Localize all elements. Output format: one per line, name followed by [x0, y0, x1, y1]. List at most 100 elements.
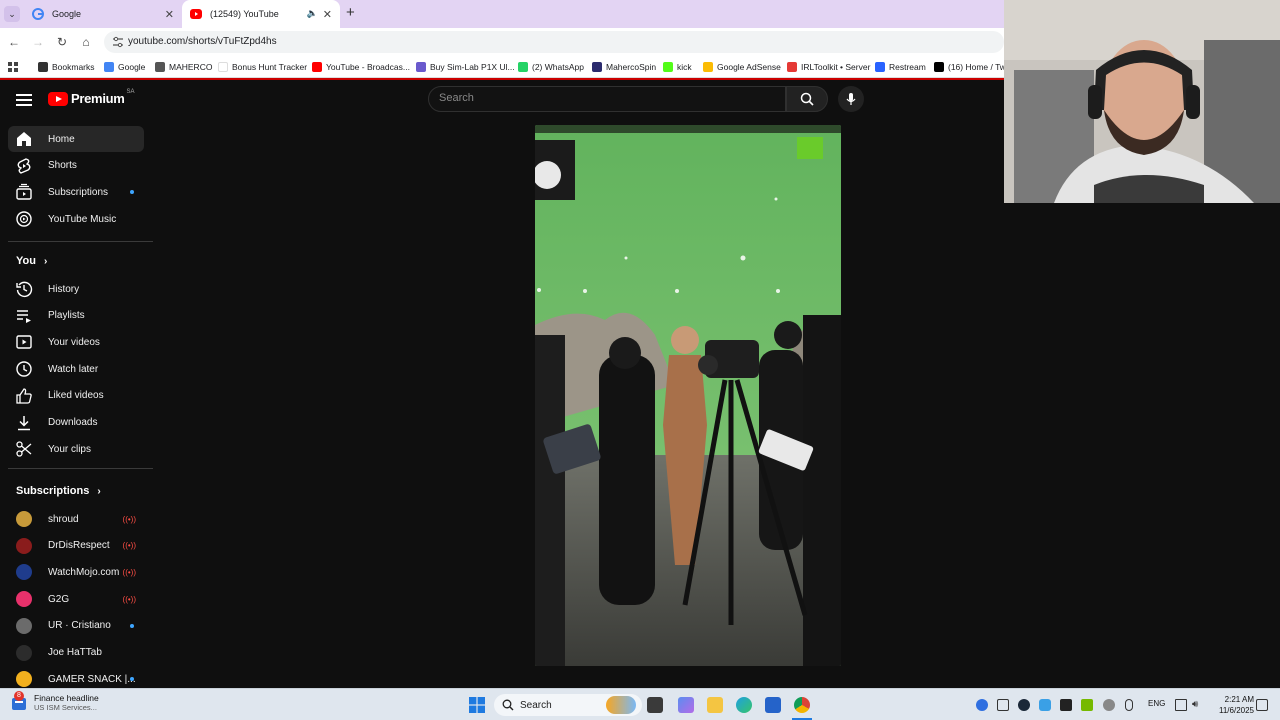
- bookmark-item[interactable]: Bonus Hunt Tracker: [218, 60, 307, 74]
- sidebar-item-home[interactable]: Home: [8, 126, 144, 152]
- nvidia-icon[interactable]: [1081, 699, 1093, 711]
- subscription-channel[interactable]: DrDisRespect ((•)): [8, 533, 144, 559]
- tray-app-icon-3[interactable]: [1060, 699, 1072, 711]
- tab-title: (12549) YouTube: [210, 9, 279, 19]
- bookmark-item[interactable]: YouTube - Broadcas...: [312, 60, 410, 74]
- audio-icon[interactable]: 🔈: [307, 8, 318, 19]
- subscription-channel[interactable]: Joe HaTTab: [8, 640, 144, 666]
- bookmark-item[interactable]: Buy Sim-Lab P1X Ul...: [416, 60, 515, 74]
- taskbar-search[interactable]: Search: [494, 694, 642, 716]
- home-button-icon[interactable]: ⌂: [78, 34, 94, 50]
- hamburger-menu-icon[interactable]: [16, 91, 32, 107]
- clipboard-icon[interactable]: [997, 699, 1009, 711]
- sidebar-item-downloads[interactable]: Downloads: [8, 410, 144, 436]
- copilot-icon[interactable]: [678, 697, 694, 713]
- network-icon[interactable]: [1175, 699, 1187, 711]
- forward-icon[interactable]: →: [30, 34, 46, 50]
- sidebar-item-playlists[interactable]: Playlists: [8, 303, 144, 329]
- subscription-channel[interactable]: GAMER SNACK |...: [8, 666, 144, 688]
- bookmark-item[interactable]: IRLToolkit • Server: [787, 60, 870, 74]
- google-icon: [32, 8, 44, 20]
- tray-app-icon-2[interactable]: [1039, 699, 1051, 711]
- search-button[interactable]: [786, 86, 828, 112]
- sidebar-item-your-videos[interactable]: Your videos: [8, 329, 144, 355]
- search-highlight-icon: [606, 696, 636, 714]
- new-content-dot: [130, 623, 134, 628]
- avatar: [16, 511, 32, 527]
- taskbar-search-label: Search: [520, 699, 552, 711]
- system-clock[interactable]: 2:21 AM 11/6/2025: [1212, 694, 1254, 716]
- bookmark-item[interactable]: Bookmarks: [38, 60, 95, 74]
- microsoft-store-icon[interactable]: [765, 697, 781, 713]
- sidebar-item-history[interactable]: History: [8, 276, 144, 302]
- bookmark-item[interactable]: MAHERCO: [155, 60, 212, 74]
- sidebar-item-label: Liked videos: [48, 390, 104, 402]
- bookmark-item[interactable]: kick: [663, 60, 692, 74]
- history-icon: [15, 280, 33, 298]
- file-explorer-icon[interactable]: [707, 697, 723, 713]
- back-icon[interactable]: ←: [6, 34, 22, 50]
- live-indicator-icon: ((•)): [122, 594, 136, 604]
- tab-google[interactable]: Google ✕: [24, 0, 182, 28]
- tab-search-button[interactable]: ⌄: [4, 6, 20, 22]
- bookmark-label: MAHERCO: [169, 62, 213, 72]
- close-tab-icon[interactable]: ✕: [323, 8, 332, 21]
- bookmark-item[interactable]: Google AdSense: [703, 60, 781, 74]
- task-view-icon[interactable]: [647, 697, 663, 713]
- your-videos-icon: [15, 333, 33, 351]
- sidebar-item-shorts[interactable]: Shorts: [8, 153, 144, 179]
- sidebar-item-label: Your clips: [48, 443, 91, 455]
- volume-icon[interactable]: 🔊︎: [1192, 699, 1204, 711]
- you-section-title[interactable]: You ›: [16, 255, 47, 267]
- bookmark-icon: [218, 62, 228, 72]
- sidebar-item-label: History: [48, 283, 80, 295]
- new-tab-button[interactable]: +: [346, 4, 355, 21]
- site-info-icon[interactable]: [112, 36, 124, 48]
- subscription-channel[interactable]: shroud ((•)): [8, 506, 144, 532]
- bookmark-item[interactable]: Google: [104, 60, 145, 74]
- avatar: [16, 671, 32, 688]
- edge-icon[interactable]: [736, 697, 752, 713]
- bookmark-item[interactable]: (16) Home / Tw: [934, 60, 1006, 74]
- address-bar[interactable]: youtube.com/shorts/vTuFtZpd4hs: [104, 31, 1004, 53]
- subscriptions-section-title[interactable]: Subscriptions ›: [16, 485, 101, 497]
- tray-app-icon[interactable]: [976, 699, 988, 711]
- bookmarks-bar: Bookmarks Google MAHERCO Bonus Hunt Tracker…: [0, 56, 1006, 78]
- sidebar-item-youtube-music[interactable]: YouTube Music: [8, 206, 144, 232]
- notification-center-icon[interactable]: [1256, 699, 1268, 711]
- live-indicator-icon: ((•)): [122, 514, 136, 524]
- microphone-icon: [846, 93, 856, 105]
- bookmark-item[interactable]: MahercoSpin: [592, 60, 656, 74]
- subscription-channel[interactable]: WatchMojo.com ((•)): [8, 559, 144, 585]
- music-icon: [15, 210, 33, 228]
- sidebar-item-your-clips[interactable]: Your clips: [8, 436, 144, 462]
- shorts-video-player[interactable]: [535, 125, 841, 666]
- close-tab-icon[interactable]: ✕: [165, 8, 174, 21]
- sidebar-item-label: Watch later: [48, 363, 99, 375]
- sidebar-item-subscriptions[interactable]: Subscriptions: [8, 179, 144, 205]
- chrome-icon[interactable]: [794, 697, 810, 713]
- webcam-image: [1004, 0, 1280, 203]
- apps-icon[interactable]: [8, 60, 18, 74]
- windows-start-icon[interactable]: [469, 697, 485, 713]
- news-widget[interactable]: 8 Finance headline US ISM Services...: [10, 690, 99, 712]
- bookmark-item[interactable]: (2) WhatsApp: [518, 60, 584, 74]
- reload-icon[interactable]: ↻: [54, 34, 70, 50]
- voice-search-button[interactable]: [838, 86, 864, 112]
- microphone-tray-icon[interactable]: [1125, 699, 1133, 711]
- home-icon: [15, 130, 33, 148]
- sidebar-item-watch-later[interactable]: Watch later: [8, 356, 144, 382]
- widgets-icon: 8: [10, 690, 28, 712]
- bookmark-icon: [518, 62, 528, 72]
- language-indicator[interactable]: ENG: [1148, 699, 1165, 708]
- subscription-channel[interactable]: UR · Cristiano: [8, 613, 144, 639]
- steam-icon[interactable]: [1018, 699, 1030, 711]
- bookmark-item[interactable]: Restream: [875, 60, 926, 74]
- sidebar-item-liked-videos[interactable]: Liked videos: [8, 383, 144, 409]
- tab-youtube[interactable]: (12549) YouTube 🔈 ✕: [182, 0, 340, 28]
- subscription-channel[interactable]: G2G ((•)): [8, 586, 144, 612]
- youtube-premium-logo[interactable]: Premium SA: [48, 89, 135, 106]
- tray-app-icon-4[interactable]: [1103, 699, 1115, 711]
- search-input[interactable]: [439, 92, 769, 104]
- bookmark-icon: [663, 62, 673, 72]
